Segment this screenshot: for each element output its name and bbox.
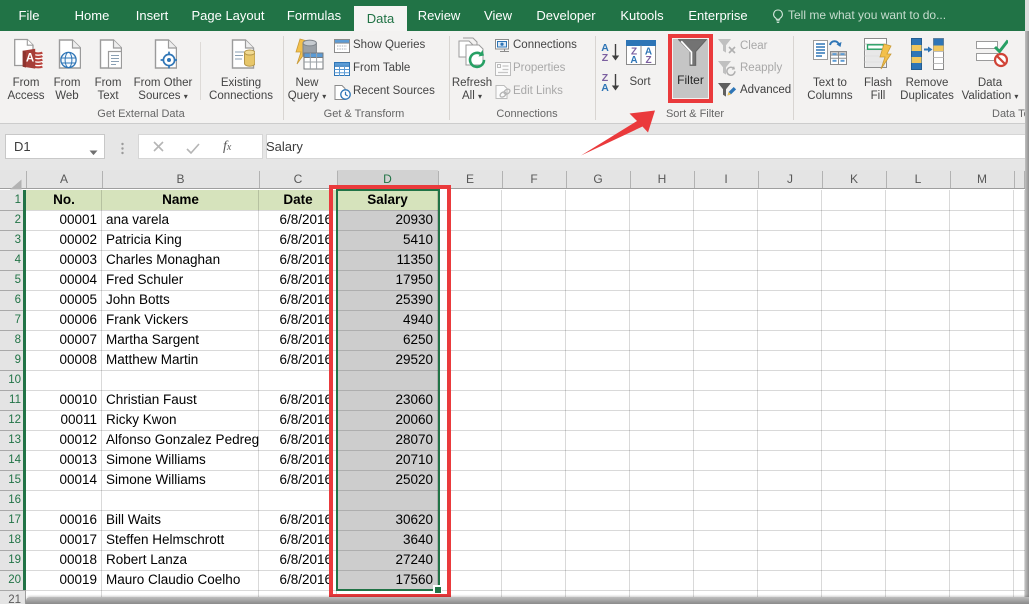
- svg-text:A: A: [630, 55, 637, 65]
- svg-text:Z: Z: [645, 55, 651, 65]
- svg-text:A: A: [26, 53, 34, 65]
